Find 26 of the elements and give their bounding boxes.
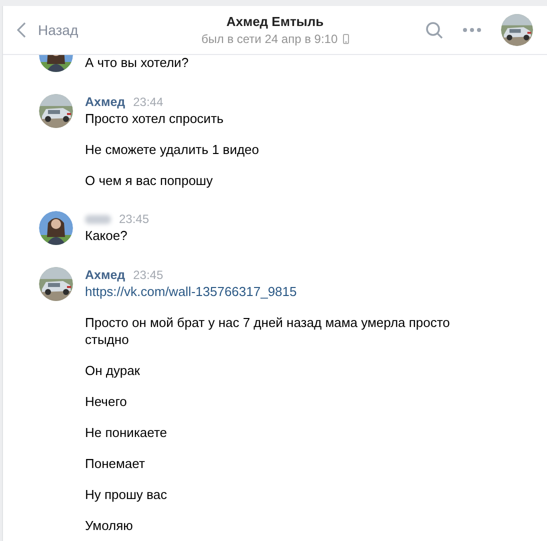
sender-name[interactable]: Ахмед — [85, 92, 126, 112]
message-text: Не сможете удалить 1 видео — [85, 141, 260, 158]
last-seen-status: был в сети 24 апр в 9:10 — [201, 31, 338, 47]
phone-icon — [342, 34, 349, 44]
message-text: Не поникаете — [85, 424, 168, 441]
message-time: 23:45 — [133, 267, 164, 284]
search-icon[interactable] — [426, 22, 443, 38]
message-text: Он дурак — [85, 362, 141, 379]
message-text: Понемает — [85, 455, 146, 472]
sender-name[interactable]: Ахмед — [85, 266, 126, 284]
message-text: Нечего — [85, 393, 128, 410]
message-text: А что вы хотели? — [85, 55, 189, 71]
more-icon[interactable] — [463, 28, 481, 32]
message-text: Ну прошу вас — [85, 486, 168, 503]
message-text: Просто хотел спросить — [85, 110, 225, 127]
message-text: Умоляю — [85, 517, 134, 534]
message-text: Какое? — [85, 227, 128, 244]
contact-name: Ахмед Емтыль — [226, 13, 324, 31]
back-button[interactable]: Назад — [17, 20, 167, 40]
back-icon — [17, 22, 26, 38]
message-text: Просто он мой брат у нас 7 дней назад мама умерла просто стыдно — [85, 314, 451, 348]
blurred-name — [85, 214, 111, 224]
message-link[interactable]: https://vk.com/wall-135766317_9815 — [85, 283, 460, 300]
message-time: 23:45 — [119, 211, 150, 228]
message-text: О чем я вас попрошу — [85, 172, 214, 189]
message-time: 23:44 — [133, 94, 164, 111]
